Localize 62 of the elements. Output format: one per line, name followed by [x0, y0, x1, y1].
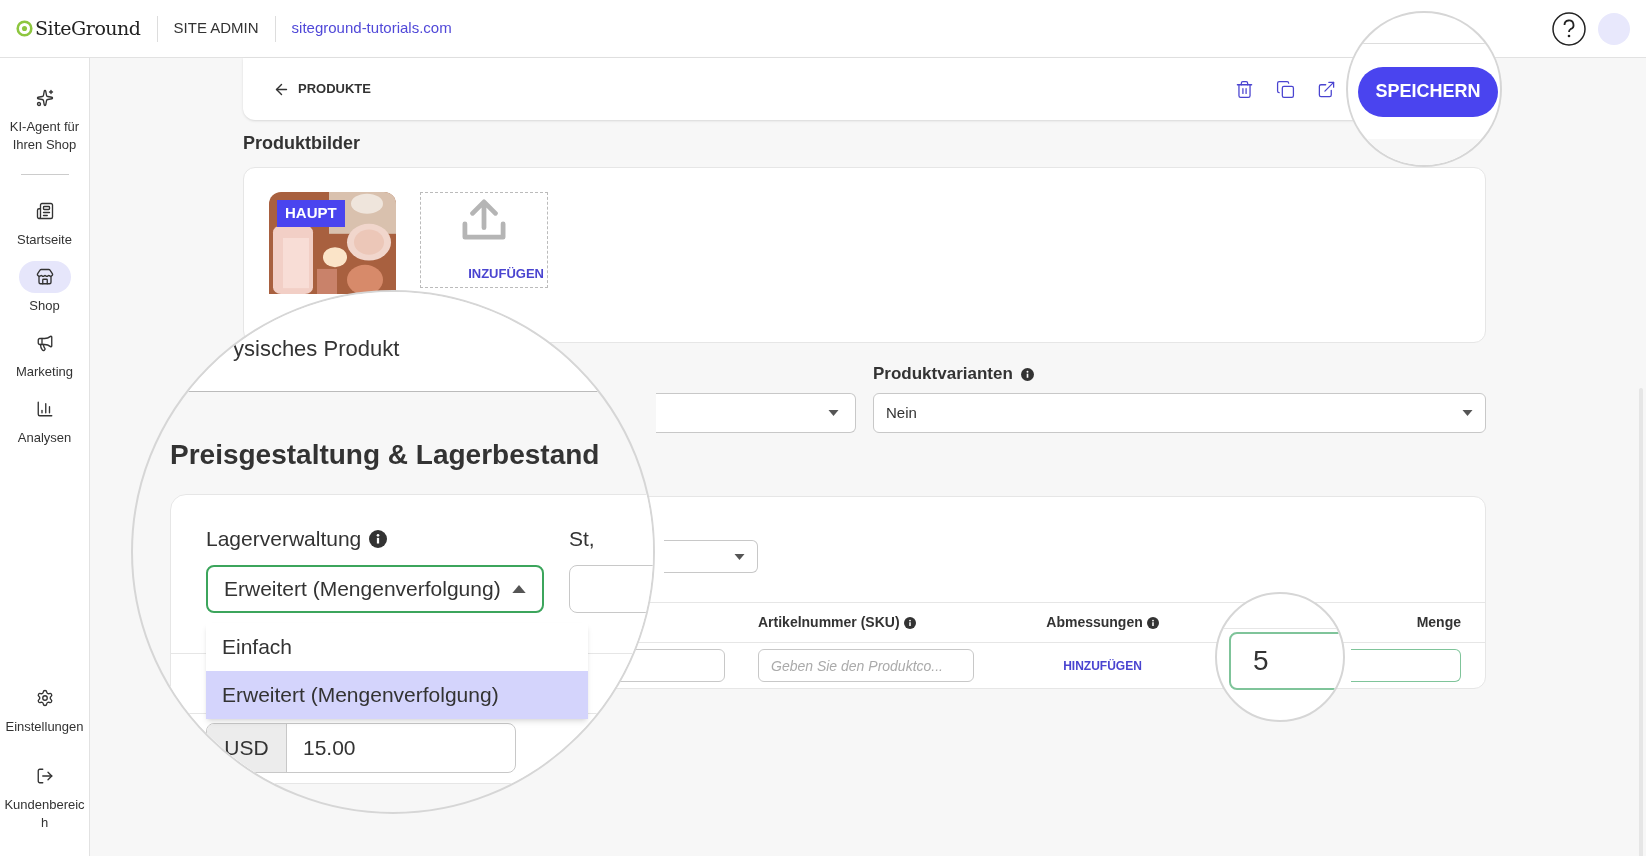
field-label: Lagerverwaltung [206, 526, 362, 552]
sidebar-item[interactable]: Startseite [0, 195, 90, 249]
nav-icon [35, 767, 54, 785]
dropdown-option[interactable]: Einfach [206, 622, 588, 671]
select-field[interactable] [656, 393, 856, 433]
delete-icon[interactable] [1235, 79, 1254, 99]
section-title: SITE ADMIN [157, 15, 276, 42]
info-icon [903, 616, 916, 629]
status-select[interactable] [664, 540, 758, 573]
nav-icon [35, 89, 54, 107]
nav-label: Marketing [14, 363, 75, 381]
upload-box[interactable]: INZUFÜGEN [420, 192, 548, 288]
back-link[interactable]: PRODUKTE [273, 79, 371, 99]
sidebar-item[interactable]: Einstellungen [0, 682, 90, 736]
caret-icon [1462, 410, 1473, 416]
nav-label: KI-Agent für Ihren Shop [8, 118, 81, 154]
column-header: Abmessungen [1046, 613, 1143, 632]
nav-label: Shop [28, 297, 61, 315]
status-select[interactable] [569, 564, 653, 613]
section-heading: Produktbilder [243, 132, 360, 155]
info-icon [369, 529, 388, 548]
main-badge: HAUPT [277, 200, 345, 227]
nav-label: Einstellungen [4, 718, 85, 736]
section-heading: Preisgestaltung & Lagerbestand [170, 438, 600, 472]
nav-label: Analysen [16, 429, 73, 447]
inventory-select[interactable]: Erweitert (Mengenverfolgung) [206, 564, 544, 613]
sidebar-item[interactable]: Marketing [0, 327, 90, 381]
site-link[interactable]: siteground-tutorials.com [275, 17, 468, 40]
copy-icon[interactable] [1276, 79, 1295, 99]
caret-icon [512, 584, 526, 593]
product-type-value: ysisches Produkt [233, 336, 400, 361]
caret-icon [828, 410, 839, 416]
sidebar-item[interactable]: Kundenbereich [0, 760, 90, 832]
sidebar-item[interactable]: Shop [0, 261, 90, 315]
logo[interactable]: SiteGround [16, 15, 158, 42]
variants-select[interactable]: Nein [873, 393, 1486, 433]
price-field[interactable]: USD 15.00 [206, 722, 516, 773]
nav-icon [35, 334, 54, 352]
nav-icon [35, 202, 54, 220]
caret-icon [734, 553, 745, 560]
info-icon [1146, 616, 1159, 629]
field-label: St, [569, 526, 596, 552]
sidebar-item[interactable]: KI-Agent für Ihren Shop [0, 82, 90, 154]
sidebar-item[interactable]: Analysen [0, 393, 90, 447]
column-header: Menge [1416, 613, 1461, 632]
quantity-field[interactable] [1351, 649, 1461, 682]
nav-icon [35, 400, 54, 418]
field-label: Produktvarianten [873, 363, 1013, 386]
product-image[interactable]: HAUPT [269, 192, 396, 294]
dimensions-link[interactable]: HINZUFÜGEN [1063, 656, 1142, 675]
help-icon[interactable] [1552, 11, 1586, 46]
nav-icon [35, 689, 54, 707]
save-button[interactable]: SPEICHERN [1358, 66, 1498, 117]
dropdown-option[interactable]: Erweitert (Mengenverfolgung) [206, 670, 588, 719]
external-link-icon[interactable] [1317, 79, 1336, 99]
info-icon [1020, 367, 1034, 381]
nav-label: Kundenbereich [3, 796, 86, 832]
upload-icon [461, 199, 507, 241]
nav-label: Startseite [16, 231, 73, 249]
column-header: Artikelnummer (SKU) [758, 613, 900, 632]
nav-icon [35, 268, 54, 286]
sku-field[interactable]: Geben Sie den Produktco... [758, 649, 974, 682]
